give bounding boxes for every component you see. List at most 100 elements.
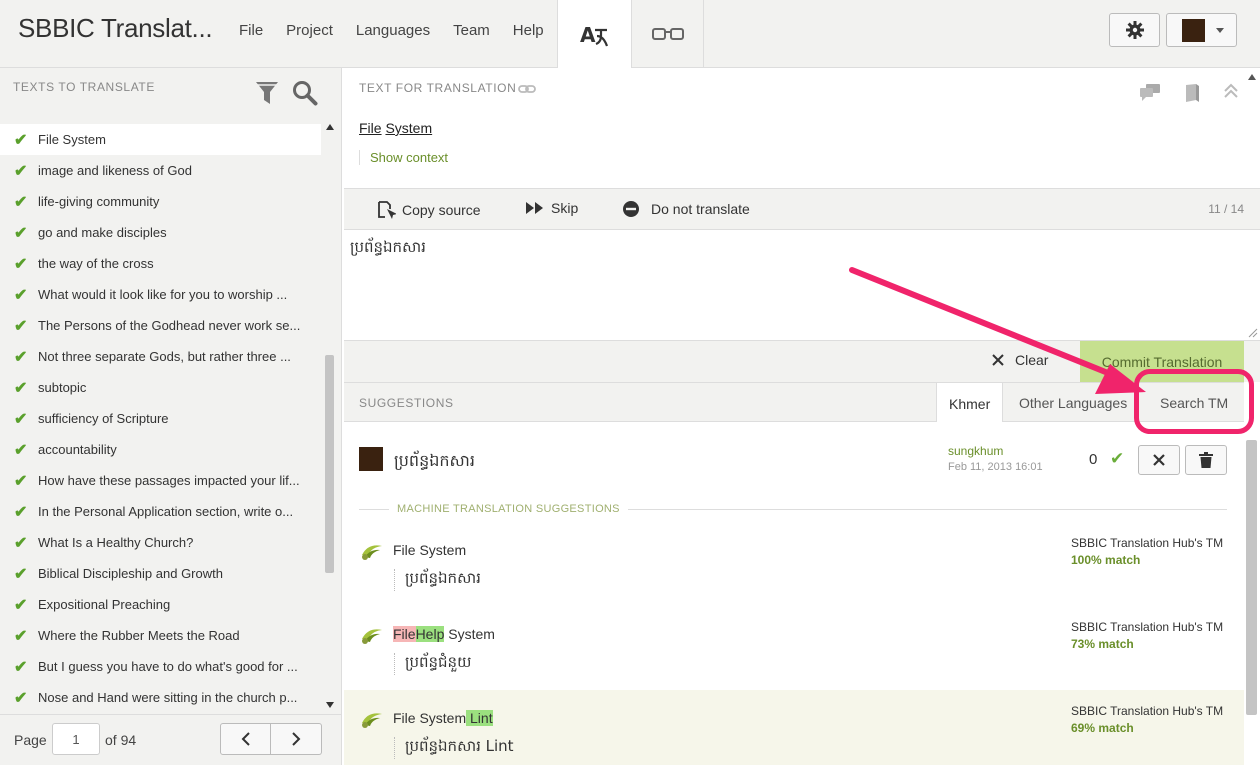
list-item[interactable]: ✔ Nose and Hand were sitting in the churc…	[0, 682, 321, 713]
list-item[interactable]: ✔ Expositional Preaching	[0, 589, 321, 620]
menu-team[interactable]: Team	[453, 22, 490, 39]
delete-button[interactable]	[1185, 445, 1227, 475]
scrollbar-thumb[interactable]	[325, 355, 334, 573]
avatar	[359, 447, 383, 471]
check-icon: ✔	[14, 317, 28, 335]
mt-source: File System	[393, 542, 467, 558]
check-icon: ✔	[14, 410, 28, 428]
check-icon: ✔	[14, 131, 28, 149]
next-page-button[interactable]	[271, 723, 322, 755]
list-scrollbar[interactable]	[321, 122, 339, 714]
glasses-icon	[651, 28, 684, 40]
translation-date: Feb 11, 2013 16:01	[948, 461, 1043, 473]
mt-target: ប្រព័ន្ធជំនួយ	[394, 653, 471, 675]
mt-match: 100% match	[1071, 553, 1141, 567]
scrollbar-thumb[interactable]	[1246, 440, 1257, 715]
mt-source: File System Lint	[393, 710, 493, 726]
menu-languages[interactable]: Languages	[356, 22, 430, 39]
glossary-icon[interactable]	[1183, 83, 1201, 107]
list-item[interactable]: ✔ accountability	[0, 434, 321, 465]
list-item[interactable]: ✔ Where the Rubber Meets the Road	[0, 620, 321, 651]
translation-input[interactable]: ប្រព័ន្ធឯកសារ	[350, 238, 426, 260]
check-icon: ✔	[14, 255, 28, 273]
list-item[interactable]: ✔ go and make disciples	[0, 217, 321, 248]
review-mode-tab[interactable]	[631, 0, 704, 68]
link-icon[interactable]	[518, 80, 536, 99]
check-icon: ✔	[14, 658, 28, 676]
check-icon: ✔	[14, 565, 28, 583]
show-context-link[interactable]: Show context	[359, 150, 448, 165]
list-item[interactable]: ✔ subtopic	[0, 372, 321, 403]
do-not-translate-button[interactable]: Do not translate	[622, 200, 750, 218]
mt-origin: SBBIC Translation Hub's TM	[1071, 536, 1224, 550]
translator-name[interactable]: sungkhum	[948, 444, 1003, 458]
gear-icon	[1125, 21, 1144, 39]
tab-other-languages[interactable]: Other Languages	[1007, 383, 1139, 423]
close-icon	[1153, 454, 1165, 466]
svg-text:A: A	[580, 23, 596, 47]
mt-suggestion[interactable]: File System Lint ប្រព័ន្ធឯកសារ Lint SBBI…	[344, 690, 1244, 765]
list-item[interactable]: ✔ life-giving community	[0, 186, 321, 217]
mt-origin: SBBIC Translation Hub's TM	[1071, 704, 1224, 718]
copy-source-label: Copy source	[402, 202, 481, 218]
top-bar: SBBIC Translat... File Project Languages…	[0, 0, 1260, 69]
copy-source-button[interactable]: Copy source	[376, 200, 481, 220]
translate-mode-tab[interactable]: A	[557, 0, 631, 69]
scroll-down-icon[interactable]	[326, 702, 334, 708]
check-icon: ✔	[14, 162, 28, 180]
menu-project[interactable]: Project	[286, 22, 333, 39]
collapse-icon[interactable]	[1223, 83, 1239, 107]
source-panel: TEXT FOR TRANSLATION File System Show co…	[344, 68, 1260, 189]
skip-button[interactable]: Skip	[525, 200, 578, 216]
list-item[interactable]: ✔ What Is a Healthy Church?	[0, 527, 321, 558]
diff-rest: File System	[393, 710, 467, 726]
mt-suggestion[interactable]: File System ប្រព័ន្ធឯកសារ SBBIC Translat…	[344, 522, 1244, 606]
tab-khmer[interactable]: Khmer	[936, 383, 1004, 424]
menu-help[interactable]: Help	[513, 22, 544, 39]
mt-section-heading: MACHINE TRANSLATION SUGGESTIONS	[359, 502, 1227, 516]
mt-target: ប្រព័ន្ធឯកសារ	[394, 569, 481, 591]
check-icon: ✔	[14, 286, 28, 304]
texts-heading: TEXTS TO TRANSLATE	[13, 80, 155, 94]
list-item[interactable]: ✔ File System	[0, 124, 321, 155]
list-item[interactable]: ✔ the way of the cross	[0, 248, 321, 279]
list-item[interactable]: ✔ Biblical Discipleship and Growth	[0, 558, 321, 589]
scroll-up-icon[interactable]	[326, 124, 334, 130]
list-item[interactable]: ✔ sufficiency of Scripture	[0, 403, 321, 434]
list-item[interactable]: ✔ image and likeness of God	[0, 155, 321, 186]
previous-page-button[interactable]	[220, 723, 271, 755]
list-item[interactable]: ✔ Not three separate Gods, but rather thr…	[0, 341, 321, 372]
approve-icon[interactable]: ✔	[1110, 449, 1124, 469]
menu-file[interactable]: File	[239, 22, 263, 39]
pager: Page of 94	[0, 714, 342, 765]
page-input[interactable]	[52, 723, 100, 755]
avatar	[1182, 19, 1205, 42]
settings-button[interactable]	[1109, 13, 1160, 47]
list-item[interactable]: ✔ What would it look like for you to wors…	[0, 279, 321, 310]
fast-forward-icon	[526, 202, 543, 214]
chevron-left-icon	[241, 732, 250, 746]
translation-text[interactable]: ប្រព័ន្ធឯកសារ	[394, 450, 475, 474]
mt-suggestion[interactable]: FileHelp System ប្រព័ន្ធជំនួយ SBBIC Tran…	[344, 606, 1244, 690]
list-item[interactable]: ✔ But I guess you have to do what's good …	[0, 651, 321, 682]
user-menu-button[interactable]	[1166, 13, 1237, 47]
reject-button[interactable]	[1138, 445, 1180, 475]
translation-editor[interactable]: ប្រព័ន្ធឯកសារ	[344, 230, 1260, 341]
diff-inserted: Help	[415, 626, 445, 642]
source-word[interactable]: System	[385, 120, 432, 136]
list-item[interactable]: ✔ How have these passages impacted your l…	[0, 465, 321, 496]
app-title[interactable]: SBBIC Translat...	[18, 13, 213, 44]
comments-icon[interactable]	[1139, 83, 1161, 107]
search-icon[interactable]	[292, 80, 318, 110]
source-heading: TEXT FOR TRANSLATION	[359, 81, 517, 95]
check-icon: ✔	[14, 379, 28, 397]
source-word[interactable]: File	[359, 120, 382, 136]
list-item[interactable]: ✔ In the Personal Application section, wr…	[0, 496, 321, 527]
source-text: File System	[359, 120, 432, 136]
clear-button[interactable]: Clear	[991, 352, 1048, 368]
source-tools	[1139, 83, 1239, 107]
filter-icon[interactable]	[255, 80, 279, 110]
list-item[interactable]: ✔ The Persons of the Godhead never work s…	[0, 310, 321, 341]
skip-label: Skip	[551, 200, 579, 216]
scroll-up-icon[interactable]	[1248, 74, 1256, 80]
